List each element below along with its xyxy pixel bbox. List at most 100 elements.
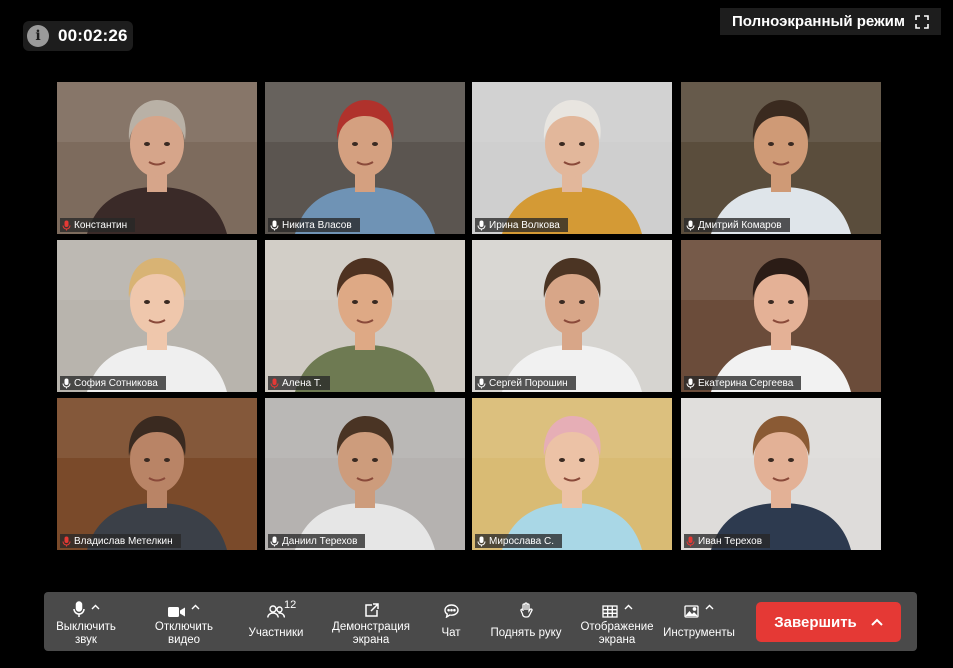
call-toolbar: Выключить звук Отключить видео 12 Участн… — [44, 592, 917, 651]
microphone-icon — [270, 536, 279, 546]
layout-button[interactable]: Отображение экрана — [574, 592, 660, 651]
grid-icon — [601, 605, 618, 618]
participant-video — [57, 398, 257, 550]
participant-name-tag: Никита Власов — [268, 218, 360, 232]
participant-name: Иван Терехов — [698, 535, 763, 547]
microphone-icon — [72, 601, 85, 617]
chat-label: Чат — [441, 627, 461, 639]
mute-button[interactable]: Выключить звук — [50, 592, 122, 651]
participant-name-tag: Алена Т. — [268, 376, 330, 390]
participant-name: София Сотникова — [74, 377, 158, 389]
share-screen-button[interactable]: Демонстрация экрана — [326, 592, 416, 651]
microphone-muted-icon — [62, 220, 71, 230]
participant-name: Екатерина Сергеева — [698, 377, 794, 389]
video-grid: Константин Никита Власов Ирина Волкова Д… — [57, 82, 881, 550]
participant-name: Ирина Волкова — [489, 219, 560, 231]
microphone-muted-icon — [62, 536, 71, 546]
participant-name-tag: София Сотникова — [60, 376, 166, 390]
microphone-muted-icon — [686, 536, 695, 546]
raise-hand-label: Поднять руку — [490, 627, 562, 639]
share-screen-icon — [364, 603, 379, 617]
participant-tile[interactable]: Мирослава С. — [472, 398, 672, 550]
participants-button[interactable]: 12 Участники — [244, 592, 308, 651]
hand-icon — [520, 602, 533, 618]
layout-label: Отображение экрана — [580, 621, 654, 646]
call-timer: i 00:02:26 — [23, 21, 133, 51]
microphone-icon — [62, 378, 71, 388]
participant-name-tag: Мирослава С. — [475, 534, 562, 548]
participant-name-tag: Иван Терехов — [684, 534, 771, 548]
participant-video — [681, 240, 881, 392]
chevron-up-icon[interactable] — [871, 618, 883, 626]
participant-name: Алена Т. — [282, 377, 322, 389]
participant-tile[interactable]: Иван Терехов — [681, 398, 881, 550]
fullscreen-label: Полноэкранный режим — [732, 13, 905, 30]
chevron-up-icon[interactable] — [191, 604, 200, 610]
tools-button[interactable]: Инструменты — [658, 592, 740, 651]
participant-name: Мирослава С. — [489, 535, 554, 547]
participants-count: 12 — [284, 599, 297, 611]
participant-tile[interactable]: Ирина Волкова — [472, 82, 672, 234]
participant-video — [681, 82, 881, 234]
participant-video — [265, 240, 465, 392]
participant-video — [681, 398, 881, 550]
microphone-muted-icon — [270, 378, 279, 388]
participant-name-tag: Екатерина Сергеева — [684, 376, 802, 390]
participant-video — [472, 82, 672, 234]
participant-tile[interactable]: Сергей Порошин — [472, 240, 672, 392]
participants-label: Участники — [248, 627, 304, 639]
participant-tile[interactable]: Алена Т. — [265, 240, 465, 392]
participant-name: Никита Власов — [282, 219, 352, 231]
participant-name: Дмитрий Комаров — [698, 219, 782, 231]
participant-name-tag: Владислав Метелкин — [60, 534, 181, 548]
microphone-icon — [477, 536, 486, 546]
chevron-up-icon[interactable] — [91, 604, 100, 610]
fullscreen-icon — [915, 14, 929, 29]
microphone-icon — [477, 220, 486, 230]
participant-name-tag: Сергей Порошин — [475, 376, 576, 390]
participant-tile[interactable]: Константин — [57, 82, 257, 234]
participant-tile[interactable]: Никита Власов — [265, 82, 465, 234]
participant-name: Константин — [74, 219, 128, 231]
participant-video — [57, 82, 257, 234]
share-screen-label: Демонстрация экрана — [332, 621, 410, 646]
participant-tile[interactable]: София Сотникова — [57, 240, 257, 392]
timer-text: 00:02:26 — [58, 26, 128, 45]
participant-name: Владислав Метелкин — [74, 535, 173, 547]
raise-hand-button[interactable]: Поднять руку — [484, 592, 568, 651]
chevron-up-icon[interactable] — [705, 604, 714, 610]
people-icon — [267, 605, 285, 618]
microphone-icon — [477, 378, 486, 388]
participant-video — [472, 398, 672, 550]
end-call-label: Завершить — [774, 613, 857, 631]
microphone-icon — [270, 220, 279, 230]
chat-icon — [443, 604, 459, 618]
participant-name-tag: Ирина Волкова — [475, 218, 568, 232]
participant-name: Даниил Терехов — [282, 535, 358, 547]
video-button[interactable]: Отключить видео — [146, 592, 222, 651]
tools-label: Инструменты — [663, 627, 735, 639]
participant-tile[interactable]: Владислав Метелкин — [57, 398, 257, 550]
participant-name-tag: Константин — [60, 218, 136, 232]
microphone-icon — [686, 378, 695, 388]
info-icon[interactable]: i — [27, 25, 49, 47]
chevron-up-icon[interactable] — [624, 604, 633, 610]
participant-video — [472, 240, 672, 392]
chat-button[interactable]: Чат — [434, 592, 468, 651]
participant-video — [265, 82, 465, 234]
image-icon — [684, 605, 699, 618]
participant-name-tag: Дмитрий Комаров — [684, 218, 790, 232]
participant-tile[interactable]: Екатерина Сергеева — [681, 240, 881, 392]
microphone-icon — [686, 220, 695, 230]
participant-video — [57, 240, 257, 392]
video-label: Отключить видео — [154, 621, 214, 646]
mute-label: Выключить звук — [56, 621, 116, 646]
participant-name-tag: Даниил Терехов — [268, 534, 366, 548]
video-camera-icon — [168, 607, 185, 617]
participant-tile[interactable]: Даниил Терехов — [265, 398, 465, 550]
participant-name: Сергей Порошин — [489, 377, 568, 389]
participant-tile[interactable]: Дмитрий Комаров — [681, 82, 881, 234]
fullscreen-button[interactable]: Полноэкранный режим — [720, 8, 941, 35]
participant-video — [265, 398, 465, 550]
end-call-button[interactable]: Завершить — [756, 602, 901, 642]
